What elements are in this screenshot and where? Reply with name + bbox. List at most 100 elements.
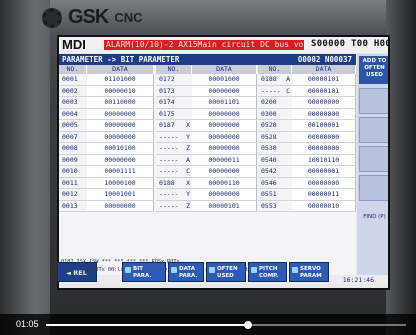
side-slot[interactable]	[359, 146, 388, 172]
param-number: 0520	[258, 120, 292, 132]
param-number: ----- Y	[156, 132, 192, 143]
param-number-text: 0173	[159, 86, 175, 95]
param-value[interactable]: 00000001	[292, 166, 356, 178]
param-number-text: 0553	[261, 201, 277, 210]
param-value[interactable]: 00000000	[292, 108, 356, 120]
param-value[interactable]: 00001111	[87, 166, 154, 178]
softkey-1[interactable]: BIT PARA.	[122, 262, 166, 282]
column-header: DATA	[192, 65, 257, 74]
param-value[interactable]: 10000100	[87, 177, 154, 189]
param-value[interactable]: 10001001	[87, 189, 154, 201]
seek-track[interactable]	[46, 321, 406, 329]
side-slot[interactable]	[359, 175, 388, 201]
column-header: NO.	[258, 65, 292, 74]
param-number-text: 0551	[261, 190, 277, 198]
param-value[interactable]: 00000000	[87, 131, 154, 143]
param-value[interactable]: 00010100	[87, 143, 154, 155]
column-header: DATA	[292, 65, 356, 74]
axis-label: A	[186, 155, 190, 164]
param-number-text: 0010	[62, 167, 78, 175]
param-value[interactable]: 00000000	[192, 189, 257, 201]
axis-label: Z	[186, 201, 190, 210]
param-number: 0174	[156, 97, 192, 109]
param-number: 0004	[59, 109, 87, 120]
param-value[interactable]: 00000000	[292, 143, 356, 155]
param-value[interactable]: 00110000	[87, 97, 154, 109]
breadcrumb: PARAMETER -> BIT PARAMETER	[62, 55, 180, 64]
softkey-2[interactable]: DATA PARA.	[168, 262, 204, 282]
param-number: 0175	[156, 109, 192, 120]
alarm-banner[interactable]: ALARM(10/10)-2 AX15Main circuit DC bus v…	[104, 40, 304, 50]
param-value[interactable]: 00000011	[292, 189, 356, 201]
param-value[interactable]: 00000000	[292, 131, 356, 143]
param-number: 0553	[258, 201, 292, 212]
softkey-5[interactable]: SERVO PARAM	[289, 262, 329, 282]
param-value[interactable]: 10010110	[292, 154, 356, 166]
col1-data: DATA 01101000 00000010 00110000 00000000 000…	[87, 65, 154, 212]
softkey-4[interactable]: PITCH COMP.	[248, 262, 287, 282]
param-value[interactable]: 00000010	[292, 200, 356, 212]
param-number-text: 0012	[62, 190, 78, 198]
param-number: ----- C	[156, 166, 192, 178]
param-value[interactable]: 00001000	[192, 74, 257, 86]
softkey-icon	[171, 267, 177, 273]
param-value[interactable]: 00000000	[87, 154, 154, 166]
param-value[interactable]: 00000000	[87, 200, 154, 212]
column-header: NO.	[59, 65, 87, 74]
param-number-text: 0300	[261, 109, 277, 118]
softkey-icon	[292, 267, 298, 273]
side-slot[interactable]	[359, 117, 388, 143]
param-number-text: 0008	[62, 144, 78, 152]
gear-logo-icon	[42, 7, 62, 28]
param-value[interactable]: 00000101	[292, 85, 356, 97]
param-number: ----- C	[258, 86, 292, 97]
param-value[interactable]: 01101000	[87, 74, 154, 86]
param-number: 0010	[59, 166, 87, 178]
param-value[interactable]: 00000101	[192, 200, 257, 212]
axis-label: X	[186, 121, 190, 129]
softkey-3[interactable]: OFTEN USED	[206, 262, 246, 282]
seek-handle[interactable]	[243, 321, 252, 329]
param-value[interactable]: 00000010	[87, 85, 154, 97]
param-number-text: -----	[159, 155, 179, 164]
param-value[interactable]: 00000000	[192, 143, 257, 155]
col2-data: DATA 00001000 00000000 00001101 00000000 000…	[192, 65, 257, 212]
param-value[interactable]: 00000000	[292, 177, 356, 189]
param-number: 0540	[258, 155, 292, 166]
param-number: 0530	[258, 143, 292, 155]
column-header: NO.	[156, 65, 192, 74]
param-value[interactable]: 00000000	[192, 131, 257, 143]
add-often-used-button[interactable]: ADD TO OFTEN USED	[359, 56, 388, 84]
col3-no: NO. 0188 A ----- C 0200 0300 0520 0528 0530 0540 0…	[258, 65, 292, 212]
param-value[interactable]: 00000110	[192, 177, 257, 189]
param-value[interactable]: 00000011	[192, 154, 257, 166]
param-number: 0005	[59, 120, 87, 132]
param-value[interactable]: 00100001	[292, 120, 356, 132]
param-number-text: 0001	[62, 75, 78, 83]
param-value[interactable]: 00001101	[192, 97, 257, 109]
side-panel: ADD TO OFTEN USED FIND (P)	[357, 54, 388, 275]
side-slot[interactable]	[359, 88, 388, 114]
column-header: DATA	[87, 65, 154, 74]
param-number: ----- Y	[156, 189, 192, 201]
axis-label: Y	[186, 190, 190, 198]
param-number: 0013	[59, 201, 87, 212]
param-value[interactable]: 00000000	[87, 120, 154, 132]
bezel-left	[0, 0, 50, 335]
param-value[interactable]: 00000101	[292, 74, 356, 86]
rel-back-button[interactable]: ◄ REL	[57, 262, 97, 282]
find-button[interactable]: FIND (P)	[359, 214, 388, 234]
bezel-right	[386, 0, 416, 335]
param-value[interactable]: 00000000	[192, 120, 257, 132]
axis-label: C	[286, 86, 290, 95]
param-value[interactable]: 00000000	[192, 166, 257, 178]
axis-label: C	[186, 167, 190, 175]
param-number-text: 0005	[62, 121, 78, 129]
param-value[interactable]: 00000000	[87, 108, 154, 120]
param-number-text: 0002	[62, 86, 78, 95]
param-value[interactable]: 00000000	[192, 85, 257, 97]
axis-label: Y	[186, 132, 190, 141]
param-number-text: -----	[261, 86, 281, 95]
param-value[interactable]: 00000000	[292, 97, 356, 109]
param-value[interactable]: 00000000	[192, 108, 257, 120]
